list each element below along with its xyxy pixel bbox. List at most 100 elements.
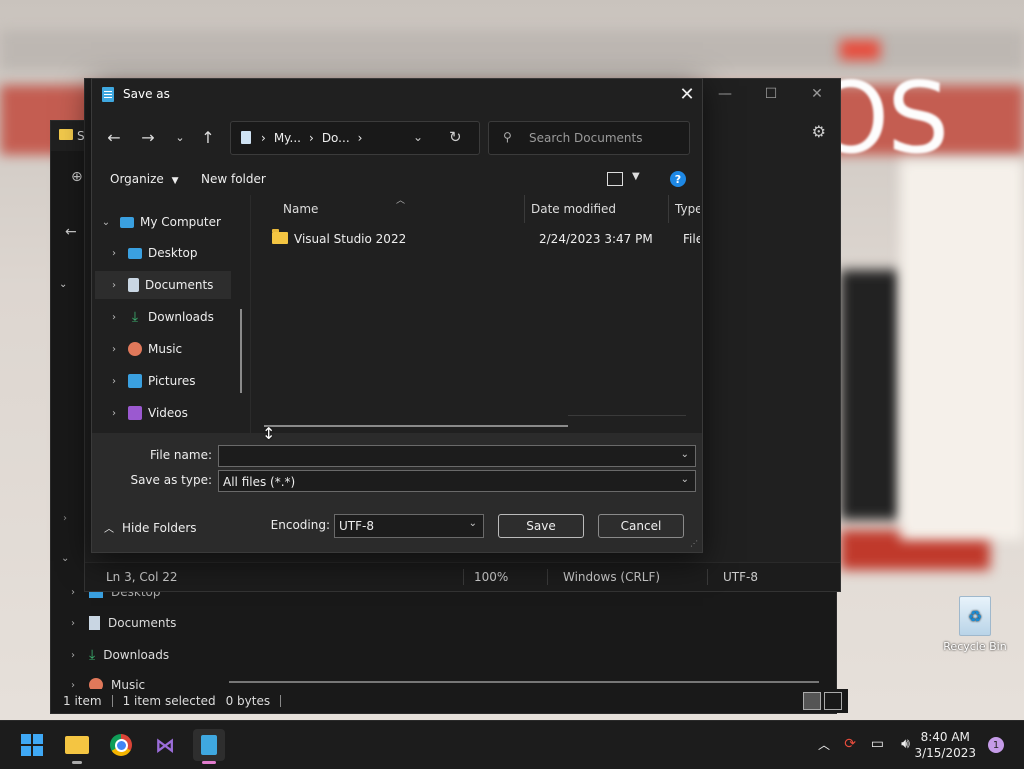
maximize-icon[interactable]: ☐	[748, 79, 794, 109]
view-options-icon[interactable]	[607, 172, 623, 186]
chevron-right-icon[interactable]: ›	[108, 376, 120, 387]
sidebar-item-downloads[interactable]: › ⤓ Downloads	[71, 644, 169, 666]
notepad-icon	[102, 86, 114, 102]
divider	[547, 569, 548, 585]
tree-item-documents[interactable]: › Documents	[95, 271, 231, 299]
chevron-right-icon[interactable]: ›	[108, 280, 120, 291]
save-as-type-label: Save as type:	[130, 473, 212, 487]
save-as-dialog: Save as ✕ ← → ⌄ ↑ › My... › Do... › ⌄ ↻ …	[91, 78, 703, 553]
caret-down-icon: ▼	[171, 176, 179, 186]
chevron-up-icon: ︿	[104, 524, 114, 535]
taskbar-visual-studio[interactable]: ⋈	[149, 729, 181, 761]
tree-item-label: Music	[148, 342, 183, 356]
chevron-down-icon[interactable]: ⌄	[59, 279, 67, 290]
chevron-right-icon[interactable]: ›	[108, 344, 120, 355]
up-arrow-icon[interactable]: ↑	[196, 125, 220, 149]
new-icon[interactable]: ⊕	[71, 169, 83, 185]
chevron-down-icon: ⌄	[680, 474, 689, 485]
chevron-up-icon[interactable]: ︿	[818, 736, 830, 753]
search-box[interactable]: ⚲ Search Documents	[488, 121, 690, 155]
file-date: 2/24/2023 3:47 PM	[539, 232, 653, 246]
tree-item-label: My Computer	[140, 215, 221, 229]
tree-item-downloads[interactable]: › ⤓ Downloads	[108, 303, 248, 331]
chevron-right-icon[interactable]: ›	[108, 312, 120, 323]
organize-button[interactable]: Organize ▼	[110, 172, 179, 186]
tree-item-pictures[interactable]: › Pictures	[108, 367, 248, 395]
column-divider[interactable]	[668, 195, 669, 223]
sidebar-item-documents[interactable]: › Documents	[71, 612, 176, 634]
column-header-date-modified[interactable]: Date modified	[531, 202, 616, 216]
selected-count: 1 item selected	[122, 694, 216, 708]
gear-icon[interactable]: ⚙	[812, 122, 826, 141]
taskbar-notepad[interactable]	[193, 729, 225, 764]
column-divider[interactable]	[524, 195, 525, 223]
close-icon[interactable]: ✕	[794, 79, 840, 109]
chevron-right-icon[interactable]: ›	[108, 248, 120, 259]
tree-item-label: Videos	[148, 406, 188, 420]
network-icon[interactable]: ▭	[871, 736, 884, 752]
chevron-right-icon: ›	[261, 131, 266, 145]
chevron-down-icon[interactable]: ⌄	[61, 553, 69, 564]
column-header-type[interactable]: Type	[675, 202, 700, 216]
file-name-field[interactable]: ⌄	[218, 445, 696, 467]
horizontal-scrollbar[interactable]	[264, 425, 568, 427]
tiles-view-icon[interactable]	[824, 692, 842, 710]
back-arrow-icon[interactable]: ←	[65, 224, 77, 240]
pane-divider[interactable]	[250, 195, 251, 433]
volume-icon[interactable]: 🔊︎	[901, 736, 910, 752]
file-row[interactable]: Visual Studio 2022 2/24/2023 3:47 PM Fil…	[260, 227, 700, 251]
chevron-down-icon[interactable]: ⌄	[413, 130, 423, 144]
encoding-select[interactable]: UTF-8 ⌄	[334, 514, 484, 538]
visual-studio-icon: ⋈	[155, 733, 175, 757]
caret-down-icon[interactable]: ▼	[632, 171, 640, 182]
sync-alert-icon[interactable]: ⟳	[844, 736, 856, 752]
chevron-down-icon[interactable]: ⌄	[100, 217, 112, 228]
navigation-tree: ⌄ My Computer › Desktop › Documents › ⤓ …	[92, 203, 250, 433]
divider	[280, 695, 282, 707]
hide-folders-label: Hide Folders	[122, 520, 197, 535]
close-icon[interactable]: ✕	[672, 79, 702, 109]
hide-folders-button[interactable]: ︿ Hide Folders	[104, 520, 197, 536]
save-button[interactable]: Save	[498, 514, 584, 538]
search-input[interactable]: Search Documents	[529, 131, 642, 145]
notepad-status-bar: Ln 3, Col 22 100% Windows (CRLF) UTF-8	[85, 562, 840, 591]
chevron-right-icon: ›	[71, 617, 75, 629]
tree-item-desktop[interactable]: › Desktop	[108, 239, 248, 267]
column-header-name[interactable]: Name	[283, 202, 318, 216]
chevron-right-icon[interactable]: ›	[358, 131, 363, 145]
refresh-icon[interactable]: ↻	[449, 128, 462, 146]
save-as-type-select[interactable]: All files (*.*) ⌄	[218, 470, 696, 492]
recent-locations-chevron-icon[interactable]: ⌄	[168, 125, 192, 149]
address-bar[interactable]: › My... › Do... › ⌄ ↻	[230, 121, 480, 155]
documents-icon	[89, 616, 100, 630]
taskbar-file-explorer[interactable]	[61, 729, 93, 764]
breadcrumb-item[interactable]: My...	[274, 131, 301, 145]
breadcrumb-item[interactable]: Do...	[322, 131, 350, 145]
forward-arrow-icon[interactable]: →	[136, 125, 160, 149]
new-folder-button[interactable]: New folder	[201, 172, 266, 186]
minimize-icon[interactable]: —	[702, 79, 748, 109]
breadcrumb: › My... › Do... ›	[261, 131, 362, 145]
resize-grip-icon[interactable]: ⋰	[690, 539, 698, 548]
file-type: File fo	[683, 232, 700, 246]
tree-item-videos[interactable]: › Videos	[108, 399, 248, 427]
chevron-right-icon[interactable]: ›	[108, 408, 120, 419]
help-icon[interactable]: ?	[670, 171, 686, 187]
vertical-scrollbar[interactable]	[240, 309, 242, 393]
tree-item-my-computer[interactable]: ⌄ My Computer	[100, 208, 240, 236]
chevron-right-icon[interactable]: ›	[309, 131, 314, 145]
horizontal-scrollbar[interactable]	[229, 681, 819, 683]
clock[interactable]: 8:40 AM 3/15/2023	[914, 729, 976, 761]
tree-item-music[interactable]: › Music	[108, 335, 248, 363]
chevron-down-icon[interactable]: ⌄	[681, 449, 689, 460]
back-arrow-icon[interactable]: ←	[102, 125, 126, 149]
recycle-bin[interactable]: ♻ Recycle Bin	[940, 596, 1010, 653]
cancel-button[interactable]: Cancel	[598, 514, 684, 538]
taskbar-chrome[interactable]	[105, 729, 137, 761]
start-button[interactable]	[16, 729, 48, 761]
chevron-right-icon[interactable]: ›	[63, 513, 67, 524]
view-switcher	[803, 692, 842, 710]
notification-badge[interactable]: 1	[988, 737, 1004, 753]
search-icon: ⚲	[503, 130, 512, 144]
details-view-icon[interactable]	[803, 692, 821, 710]
